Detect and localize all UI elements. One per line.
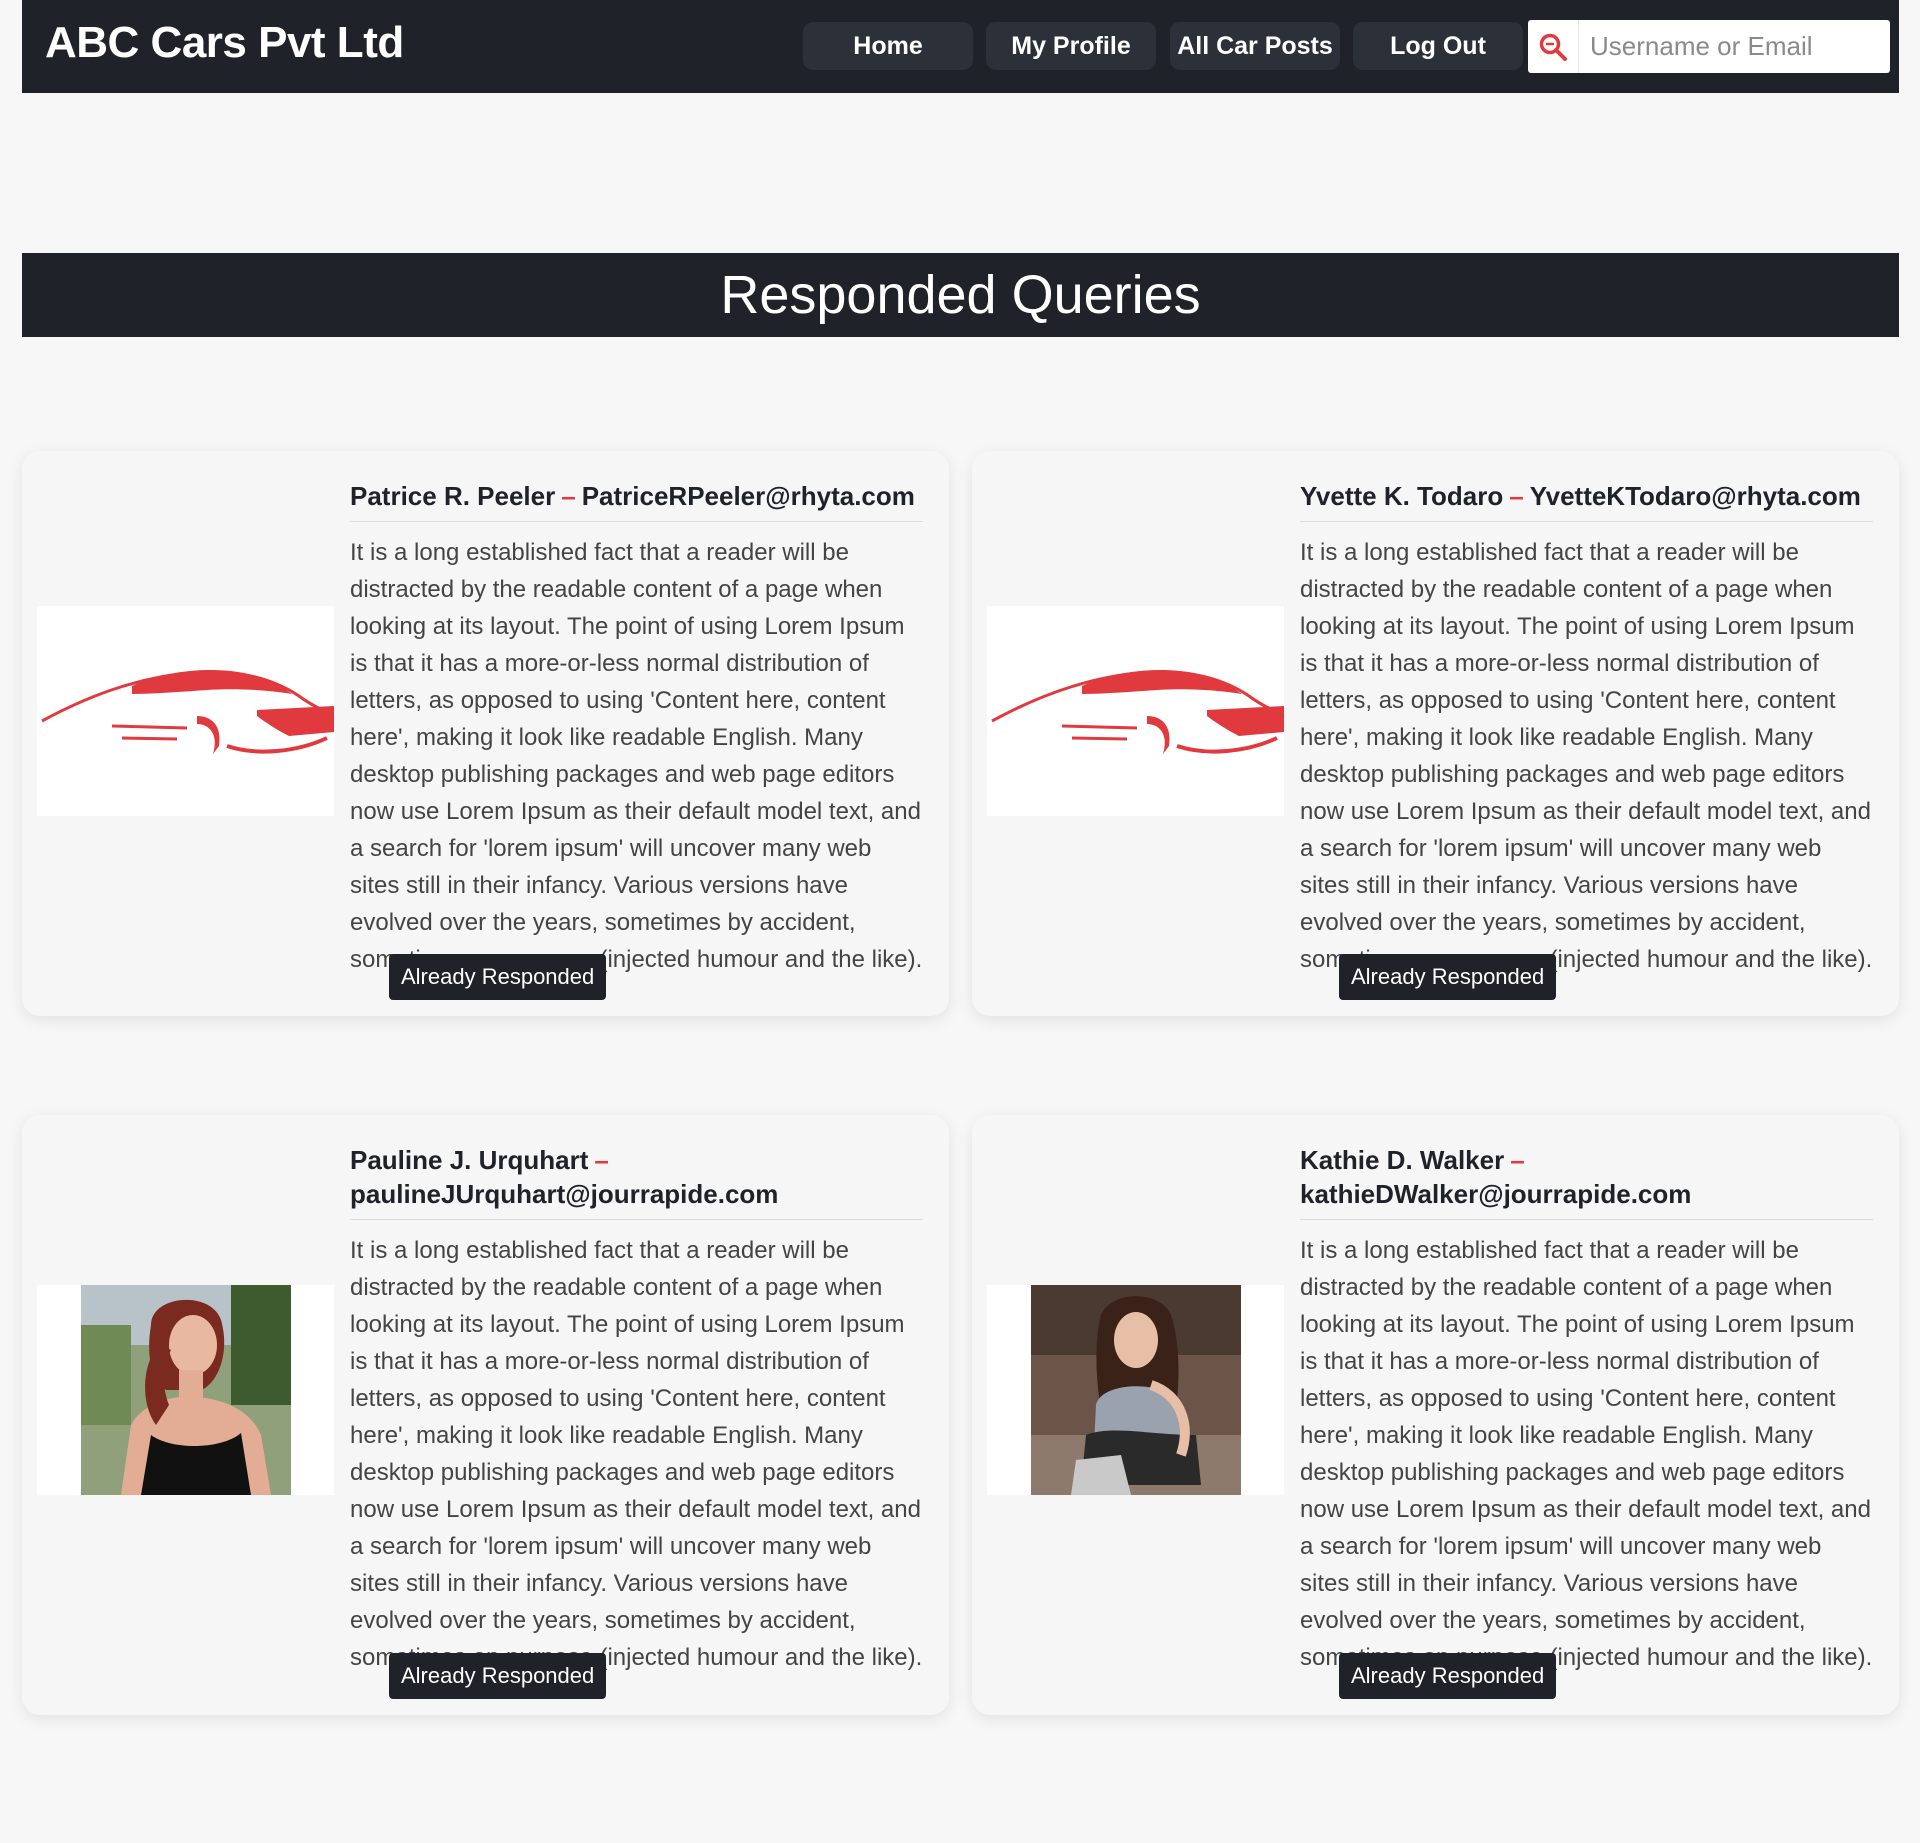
- query-card: Yvette K. Todaro – YvetteKTodaro@rhyta.com…: [972, 451, 1899, 1016]
- separator-dash: –: [561, 481, 576, 511]
- search-icon[interactable]: [1528, 20, 1579, 73]
- sender-name: Patrice R. Peeler: [350, 481, 556, 511]
- nav-home-button[interactable]: Home: [803, 22, 973, 70]
- nav-all-car-posts-button[interactable]: All Car Posts: [1170, 22, 1340, 70]
- car-logo-image: [37, 606, 334, 816]
- nav-log-out-button[interactable]: Log Out: [1353, 22, 1523, 70]
- woman-photo: [80, 1285, 291, 1495]
- brand-logo[interactable]: ABC Cars Pvt Ltd: [45, 18, 404, 68]
- query-message: It is a long established fact that a rea…: [1300, 539, 1873, 973]
- page-title: Responded Queries: [720, 265, 1201, 325]
- search-input[interactable]: [1579, 30, 1882, 63]
- query-card: Pauline J. Urquhart – paulineJUrquhart@jou…: [22, 1115, 949, 1715]
- query-card: Patrice R. Peeler – PatriceRPeeler@rhyta.c…: [22, 451, 949, 1016]
- query-body: Patrice R. Peeler – PatriceRPeeler@rhyta.c…: [350, 479, 923, 978]
- navbar: ABC Cars Pvt Ltd Home My Profile All Car…: [22, 0, 1899, 93]
- query-body: Yvette K. Todaro – YvetteKTodaro@rhyta.com…: [1300, 479, 1873, 978]
- sender-email[interactable]: PatriceRPeeler@rhyta.com: [582, 481, 915, 511]
- nav-my-profile-button[interactable]: My Profile: [986, 22, 1156, 70]
- query-header: Patrice R. Peeler – PatriceRPeeler@rhyta.c…: [350, 479, 923, 522]
- query-body: Kathie D. Walker – kathieDWalker@jourrapid…: [1300, 1143, 1873, 1676]
- sender-name: Kathie D. Walker: [1300, 1145, 1505, 1175]
- query-header: Pauline J. Urquhart – paulineJUrquhart@jou…: [350, 1143, 923, 1220]
- query-header: Kathie D. Walker – kathieDWalker@jourrapid…: [1300, 1143, 1873, 1220]
- sender-email[interactable]: paulineJUrquhart@jourrapide.com: [350, 1179, 778, 1209]
- search-box: [1528, 20, 1890, 73]
- sender-name: Yvette K. Todaro: [1300, 481, 1504, 511]
- query-body: Pauline J. Urquhart – paulineJUrquhart@jou…: [350, 1143, 923, 1676]
- woman-photo: [1030, 1285, 1241, 1495]
- sender-email[interactable]: kathieDWalker@jourrapide.com: [1300, 1179, 1691, 1209]
- car-logo-image: [987, 606, 1284, 816]
- query-message: It is a long established fact that a rea…: [1300, 1237, 1873, 1671]
- query-message: It is a long established fact that a rea…: [350, 1237, 923, 1671]
- avatar: [37, 1285, 334, 1495]
- already-responded-button[interactable]: Already Responded: [1339, 954, 1557, 1000]
- separator-dash: –: [1509, 481, 1524, 511]
- sender-email[interactable]: YvetteKTodaro@rhyta.com: [1530, 481, 1861, 511]
- query-card: Kathie D. Walker – kathieDWalker@jourrapid…: [972, 1115, 1899, 1715]
- page-title-bar: Responded Queries: [22, 253, 1899, 337]
- already-responded-button[interactable]: Already Responded: [389, 1653, 607, 1699]
- query-message: It is a long established fact that a rea…: [350, 539, 923, 973]
- sender-name: Pauline J. Urquhart: [350, 1145, 589, 1175]
- avatar: [987, 1285, 1284, 1495]
- separator-dash: –: [594, 1145, 609, 1175]
- separator-dash: –: [1510, 1145, 1525, 1175]
- query-header: Yvette K. Todaro – YvetteKTodaro@rhyta.com: [1300, 479, 1873, 522]
- already-responded-button[interactable]: Already Responded: [389, 954, 607, 1000]
- already-responded-button[interactable]: Already Responded: [1339, 1653, 1557, 1699]
